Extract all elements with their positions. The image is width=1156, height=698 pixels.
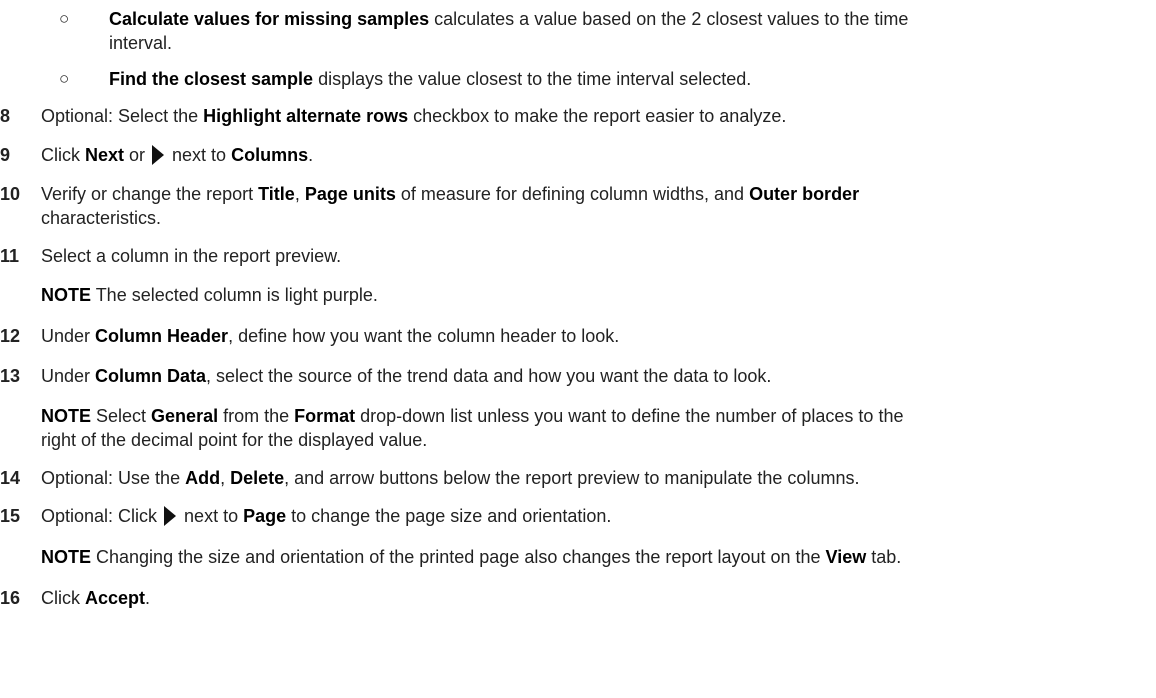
step-14: 14 Optional: Use the Add, Delete, and ar…	[0, 466, 1142, 492]
bullet-marker: ○	[59, 69, 70, 88]
step-15: 15 Optional: Click next to Page to chang…	[0, 504, 1142, 530]
step-number: 15	[0, 506, 21, 526]
note-text: NOTE Changing the size and orientation o…	[41, 547, 902, 567]
step-number: 16	[0, 588, 21, 608]
note-step-11: NOTE The selected column is light purple…	[0, 283, 1142, 309]
step-text: Optional: Click next to Page to change t…	[41, 506, 612, 526]
bullet-marker: ○	[59, 9, 70, 28]
step-text: Optional: Select the Highlight alternate…	[41, 106, 787, 126]
step-text: Under Column Header, define how you want…	[41, 326, 620, 346]
step-9: 9 Click Next or next to Columns.	[0, 143, 1142, 169]
sub-bullet-text: Find the closest sample displays the val…	[109, 69, 752, 89]
play-arrow-icon	[152, 145, 165, 165]
play-arrow-icon	[164, 506, 177, 526]
note-label: NOTE	[41, 406, 92, 426]
sub-bullet-calculate-values: ○ Calculate values for missing samples c…	[0, 7, 1142, 57]
note-label: NOTE	[41, 547, 92, 567]
step-text: Click Accept.	[41, 588, 151, 608]
note-text: NOTE Select General from the Format drop…	[41, 406, 904, 450]
step-number: 13	[0, 366, 21, 386]
step-16: 16 Click Accept.	[0, 586, 1142, 612]
step-number: 12	[0, 326, 21, 346]
note-label: NOTE	[41, 285, 92, 305]
step-text: Verify or change the report Title, Page …	[41, 184, 860, 228]
note-step-13: NOTE Select General from the Format drop…	[0, 404, 1142, 454]
step-text: Under Column Data, select the source of …	[41, 366, 772, 386]
step-10: 10 Verify or change the report Title, Pa…	[0, 182, 1142, 232]
step-text: Optional: Use the Add, Delete, and arrow…	[41, 468, 860, 488]
step-number: 8	[0, 106, 11, 126]
sub-bullet-text: Calculate values for missing samples cal…	[109, 9, 909, 53]
option-name: Calculate values for missing samples	[109, 9, 430, 29]
option-name: Find the closest sample	[109, 69, 314, 89]
step-number: 11	[0, 246, 20, 266]
step-number: 10	[0, 184, 21, 204]
step-number: 14	[0, 468, 21, 488]
step-12: 12 Under Column Header, define how you w…	[0, 324, 1142, 350]
step-text: Click Next or next to Columns.	[41, 145, 314, 165]
sub-bullet-find-closest: ○ Find the closest sample displays the v…	[0, 67, 1142, 93]
note-text: NOTE The selected column is light purple…	[41, 285, 378, 305]
step-text: Select a column in the report preview.	[41, 246, 342, 266]
note-step-15: NOTE Changing the size and orientation o…	[0, 545, 1142, 571]
step-number: 9	[0, 145, 11, 165]
step-13: 13 Under Column Data, select the source …	[0, 364, 1142, 390]
step-8: 8 Optional: Select the Highlight alterna…	[0, 104, 1142, 130]
step-11: 11 Select a column in the report preview…	[0, 244, 1142, 270]
